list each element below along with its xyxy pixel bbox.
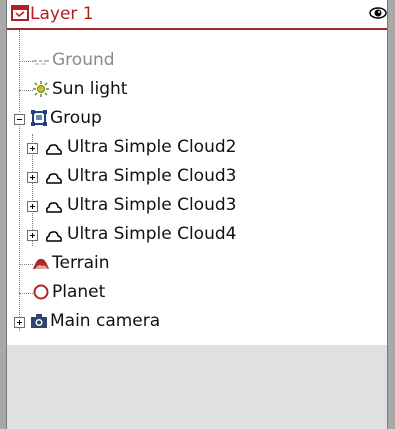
planet-icon xyxy=(33,284,49,300)
tree-item-cloud[interactable]: Ultra Simple Cloud2 xyxy=(7,133,387,163)
panel-left-border xyxy=(0,0,7,429)
cloud-icon xyxy=(46,144,62,155)
tree-item-label: Sun light xyxy=(52,79,128,99)
expand-toggle[interactable] xyxy=(27,143,38,154)
collapse-toggle[interactable] xyxy=(14,114,25,125)
tree-item-main-camera[interactable]: Main camera xyxy=(7,307,387,337)
group-icon xyxy=(31,110,47,126)
expand-toggle[interactable] xyxy=(27,172,38,183)
expand-toggle[interactable] xyxy=(14,317,25,328)
tree-item-label: Ultra Simple Cloud2 xyxy=(67,137,237,157)
cloud-icon xyxy=(46,231,62,242)
layer-label: Layer 1 xyxy=(30,4,94,24)
expand-toggle[interactable] xyxy=(27,201,38,212)
cloud-icon xyxy=(46,202,62,213)
tree-item-label: Main camera xyxy=(50,311,161,331)
terrain-icon xyxy=(33,258,49,269)
tree-item-label: Ground xyxy=(52,50,115,70)
layer-row[interactable]: Layer 1 xyxy=(7,0,387,30)
tree-item-label: Group xyxy=(50,108,102,128)
tree-item-planet[interactable]: Planet xyxy=(7,278,387,308)
tree-item-label: Terrain xyxy=(52,253,110,273)
tree-item-label: Ultra Simple Cloud3 xyxy=(67,166,237,186)
sun-light-icon xyxy=(33,81,49,97)
panel-right-border xyxy=(387,0,395,429)
cloud-icon xyxy=(46,173,62,184)
visibility-eye-icon[interactable] xyxy=(369,3,387,21)
tree-frame: Layer 1 Ground Sun light Group Ultra Sim… xyxy=(7,0,387,429)
tree-item-cloud[interactable]: Ultra Simple Cloud4 xyxy=(7,220,387,250)
tree-item-label: Planet xyxy=(52,282,106,302)
tree-item-label: Ultra Simple Cloud4 xyxy=(67,224,237,244)
tree-item-group[interactable]: Group xyxy=(7,104,387,134)
tree-item-ground[interactable]: Ground xyxy=(7,46,387,76)
scene-tree-panel: Layer 1 Ground Sun light Group Ultra Sim… xyxy=(0,0,395,429)
layer-icon xyxy=(11,5,29,21)
tree-item-label: Ultra Simple Cloud3 xyxy=(67,195,237,215)
tree-item-terrain[interactable]: Terrain xyxy=(7,249,387,279)
tree-item-cloud[interactable]: Ultra Simple Cloud3 xyxy=(7,162,387,192)
ground-icon xyxy=(33,60,49,65)
tree-item-cloud[interactable]: Ultra Simple Cloud3 xyxy=(7,191,387,221)
tree-item-sun-light[interactable]: Sun light xyxy=(7,75,387,105)
camera-icon xyxy=(31,314,47,328)
scene-tree: Layer 1 Ground Sun light Group Ultra Sim… xyxy=(7,0,387,345)
expand-toggle[interactable] xyxy=(27,230,38,241)
